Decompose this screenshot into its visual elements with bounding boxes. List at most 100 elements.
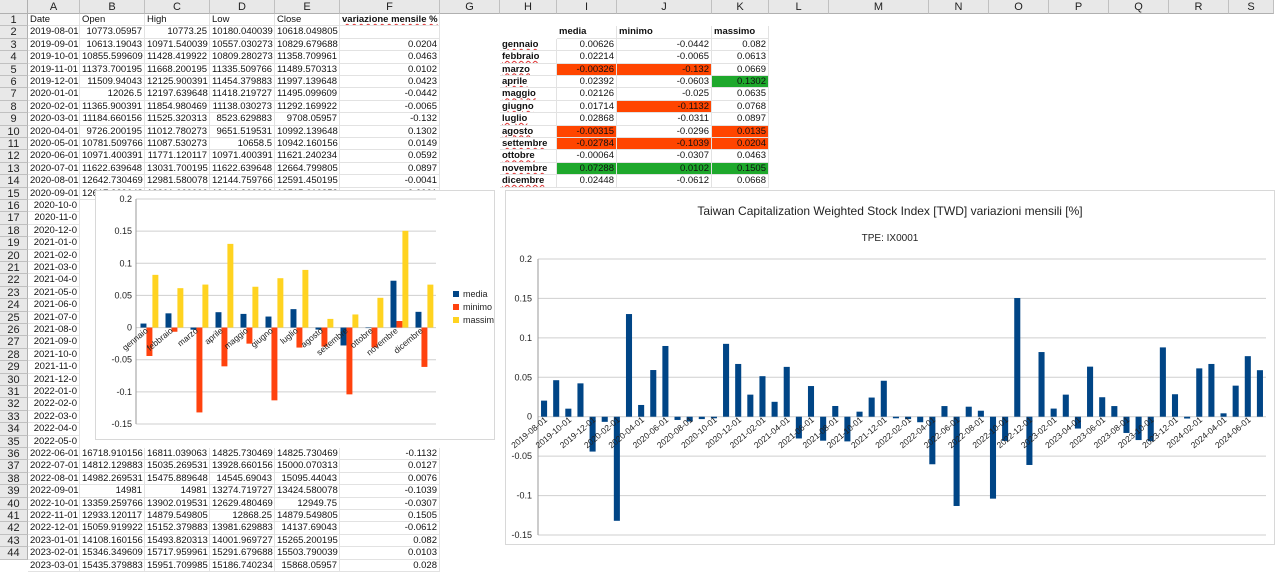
row-header-38[interactable]: 38 bbox=[0, 472, 28, 486]
cell[interactable]: -0.0612 bbox=[340, 522, 440, 535]
cell[interactable]: 2020-02-01 bbox=[28, 100, 80, 114]
cell[interactable]: 13902.019531 bbox=[145, 497, 210, 510]
cell[interactable]: 2020-11-0 bbox=[28, 212, 80, 225]
column-header-M[interactable]: M bbox=[829, 0, 929, 14]
cell[interactable]: -0.132 bbox=[340, 113, 440, 126]
cell[interactable]: 11373.700195 bbox=[80, 63, 145, 76]
cell[interactable]: 14825.730469 bbox=[275, 448, 340, 461]
cell[interactable]: 0.082 bbox=[340, 534, 440, 548]
cell[interactable]: 2021-10-0 bbox=[28, 348, 80, 362]
cell[interactable]: -0.0296 bbox=[617, 125, 712, 138]
row-header-24[interactable]: 24 bbox=[0, 299, 28, 312]
row-header-8[interactable]: 8 bbox=[0, 100, 28, 114]
column-header-A[interactable]: A bbox=[28, 0, 80, 14]
cell[interactable]: 11418.219727 bbox=[210, 88, 275, 101]
cell[interactable]: 0.0463 bbox=[340, 51, 440, 64]
cell[interactable]: 0.0668 bbox=[712, 175, 769, 188]
cell[interactable]: 10781.509766 bbox=[80, 138, 145, 151]
cell[interactable]: febbraio bbox=[500, 51, 557, 64]
cell[interactable]: 9651.519531 bbox=[210, 125, 275, 138]
column-header-Q[interactable]: Q bbox=[1109, 0, 1169, 14]
row-header-44[interactable]: 44 bbox=[0, 547, 28, 560]
cell[interactable]: 0.02448 bbox=[557, 175, 617, 188]
cell[interactable]: 0.02214 bbox=[557, 51, 617, 64]
cell[interactable]: 11668.200195 bbox=[145, 63, 210, 76]
cell[interactable]: -0.1039 bbox=[340, 485, 440, 498]
column-header-G[interactable]: G bbox=[440, 0, 500, 14]
cell[interactable]: 11771.120117 bbox=[145, 150, 210, 163]
column-header-R[interactable]: R bbox=[1169, 0, 1229, 14]
cell[interactable]: 15503.790039 bbox=[275, 547, 340, 560]
cell[interactable]: 15346.349609 bbox=[80, 547, 145, 560]
cell[interactable]: 2021-06-0 bbox=[28, 299, 80, 312]
cell[interactable]: 2020-08-01 bbox=[28, 175, 80, 188]
cell[interactable]: giugno bbox=[500, 100, 557, 114]
cell[interactable]: luglio bbox=[500, 113, 557, 126]
cell[interactable]: 2019-08-01 bbox=[28, 26, 80, 39]
cell[interactable]: novembre bbox=[500, 162, 557, 176]
cell[interactable]: 2021-08-0 bbox=[28, 324, 80, 337]
cell[interactable]: -0.0041 bbox=[340, 175, 440, 188]
cell[interactable]: -0.0307 bbox=[340, 497, 440, 510]
cell[interactable]: 2021-05-0 bbox=[28, 286, 80, 300]
cell[interactable]: 2020-10-0 bbox=[28, 200, 80, 213]
cell[interactable]: -0.0603 bbox=[617, 76, 712, 89]
cell[interactable]: 13981.629883 bbox=[210, 522, 275, 535]
row-header-36[interactable]: 36 bbox=[0, 448, 28, 461]
row-header-37[interactable]: 37 bbox=[0, 460, 28, 473]
row-header-34[interactable]: 34 bbox=[0, 423, 28, 436]
cell[interactable]: 10829.679688 bbox=[275, 38, 340, 52]
cell[interactable]: 12591.450195 bbox=[275, 175, 340, 188]
cell[interactable]: 2021-02-0 bbox=[28, 249, 80, 262]
cell[interactable]: 0.0103 bbox=[340, 547, 440, 560]
cell[interactable]: maggio bbox=[500, 88, 557, 101]
cell[interactable]: -0.00326 bbox=[557, 63, 617, 76]
column-header-S[interactable]: S bbox=[1229, 0, 1274, 14]
cell[interactable]: 10180.040039 bbox=[210, 26, 275, 39]
cell[interactable]: 10942.160156 bbox=[275, 138, 340, 151]
cell[interactable]: 15951.709985 bbox=[145, 559, 210, 572]
column-header-O[interactable]: O bbox=[989, 0, 1049, 14]
cell[interactable]: 0.1505 bbox=[340, 510, 440, 523]
cell[interactable]: 13031.700195 bbox=[145, 162, 210, 176]
cell[interactable]: 12197.639648 bbox=[145, 88, 210, 101]
cell[interactable]: 12868.25 bbox=[210, 510, 275, 523]
cell[interactable]: 2022-07-01 bbox=[28, 460, 80, 473]
cell[interactable]: 0.0768 bbox=[712, 100, 769, 114]
cell[interactable]: -0.00064 bbox=[557, 150, 617, 163]
cell[interactable]: 10809.280273 bbox=[210, 51, 275, 64]
cell[interactable]: 0.0897 bbox=[712, 113, 769, 126]
cell[interactable]: -0.0612 bbox=[617, 175, 712, 188]
cell[interactable]: 11012.780273 bbox=[145, 125, 210, 138]
cell[interactable]: 10971.540039 bbox=[145, 38, 210, 52]
cell[interactable]: 10557.030273 bbox=[210, 38, 275, 52]
cell[interactable]: 15186.740234 bbox=[210, 559, 275, 572]
cell[interactable]: 11138.030273 bbox=[210, 100, 275, 114]
cell[interactable]: 0.0669 bbox=[712, 63, 769, 76]
cell[interactable]: -0.0065 bbox=[340, 100, 440, 114]
cell[interactable]: 11335.509766 bbox=[210, 63, 275, 76]
cell[interactable]: 0.1505 bbox=[712, 162, 769, 176]
cell[interactable]: 2019-12-01 bbox=[28, 76, 80, 89]
cell[interactable]: 2020-03-01 bbox=[28, 113, 80, 126]
cell[interactable]: 10618.049805 bbox=[275, 26, 340, 39]
cell[interactable]: 10613.19043 bbox=[80, 38, 145, 52]
cell[interactable]: 2021-12-0 bbox=[28, 373, 80, 386]
cell[interactable]: 11428.419922 bbox=[145, 51, 210, 64]
cell[interactable]: 9726.200195 bbox=[80, 125, 145, 138]
cell[interactable]: 11358.709961 bbox=[275, 51, 340, 64]
cell[interactable]: -0.0442 bbox=[617, 38, 712, 52]
cell[interactable]: 2022-10-01 bbox=[28, 497, 80, 510]
cell[interactable]: 10855.599609 bbox=[80, 51, 145, 64]
cell[interactable]: 15095.44043 bbox=[275, 472, 340, 486]
cell[interactable]: 2020-12-0 bbox=[28, 224, 80, 238]
cell[interactable]: Low bbox=[210, 14, 275, 27]
cell[interactable]: 2019-11-01 bbox=[28, 63, 80, 76]
cell[interactable]: 12949.75 bbox=[275, 497, 340, 510]
cell[interactable]: 12664.799805 bbox=[275, 162, 340, 176]
cell[interactable]: 15035.269531 bbox=[145, 460, 210, 473]
column-header-P[interactable]: P bbox=[1049, 0, 1109, 14]
cell[interactable]: 14879.549805 bbox=[275, 510, 340, 523]
cell[interactable]: 0.0204 bbox=[340, 38, 440, 52]
cell[interactable]: 2021-01-0 bbox=[28, 237, 80, 250]
